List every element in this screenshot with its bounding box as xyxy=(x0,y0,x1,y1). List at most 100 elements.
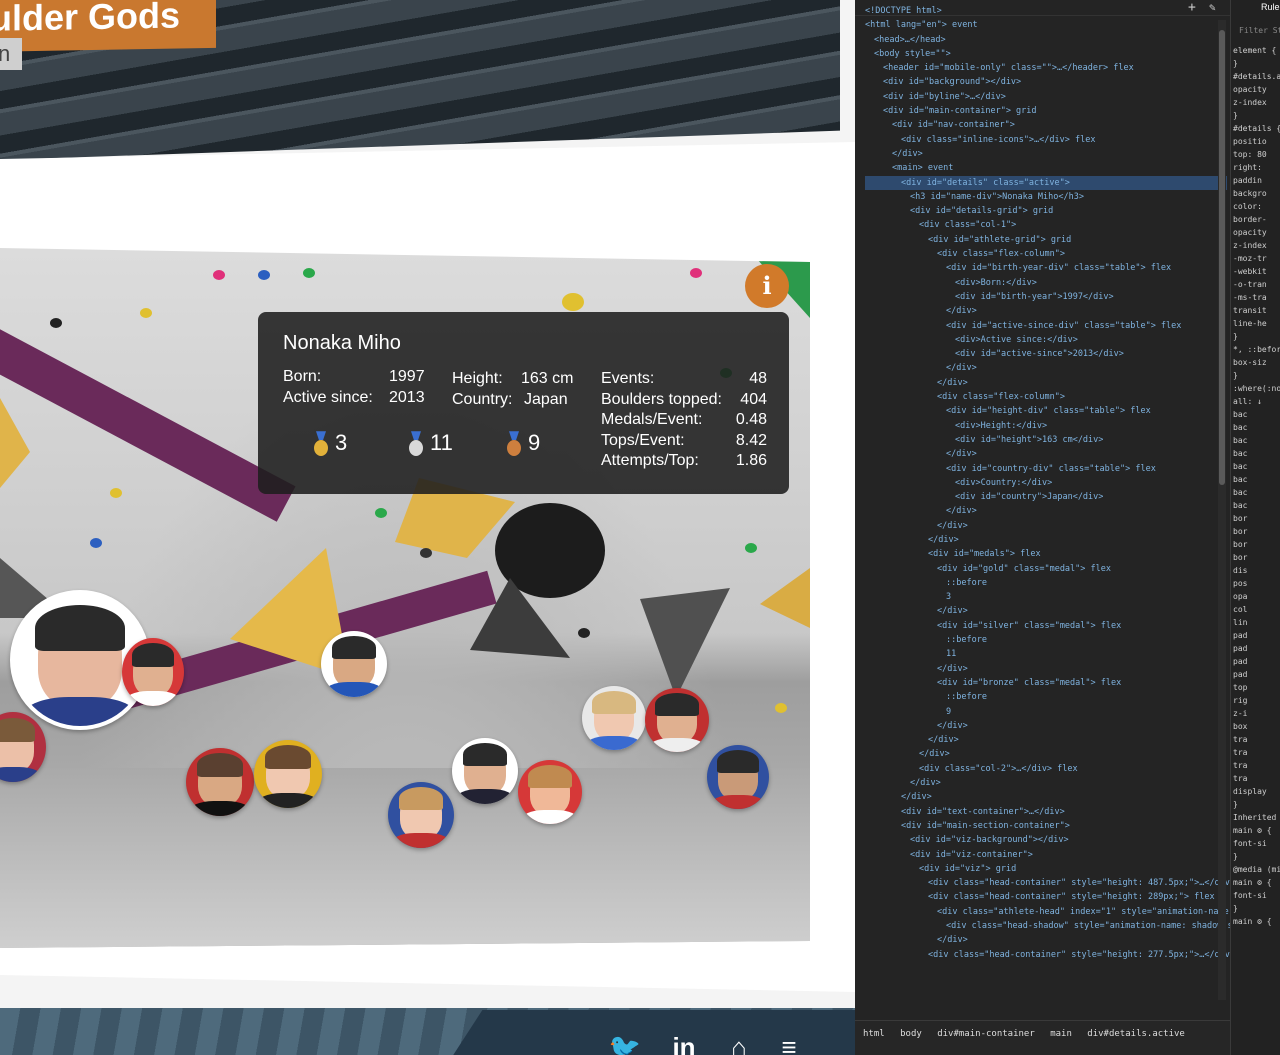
dom-tree-node[interactable]: </div> xyxy=(865,662,1227,676)
dom-tree-node[interactable]: <div id="gold" class="medal"> flex xyxy=(865,562,1227,576)
dom-tree-node[interactable]: </div> xyxy=(865,519,1227,533)
dom-tree-node[interactable]: <div id="details" class="active"> xyxy=(865,175,1227,190)
dom-tree-node[interactable]: </div> xyxy=(865,304,1227,318)
dom-tree-node[interactable]: </div> xyxy=(865,747,1227,761)
breadcrumb-item[interactable]: html xyxy=(863,1029,885,1039)
breadcrumb-item[interactable]: main xyxy=(1050,1029,1072,1039)
dom-tree-node[interactable]: <header id="mobile-only" class="">…</hea… xyxy=(865,61,1227,75)
dom-tree-node[interactable]: ::before xyxy=(865,633,1227,647)
dom-breadcrumb: html body div#main-container main div#de… xyxy=(855,1020,1230,1055)
dom-tree-node[interactable]: <head>…</head> xyxy=(865,33,1227,47)
dom-tree-node[interactable]: <div class="inline-icons">…</div> flex xyxy=(865,133,1227,147)
dom-tree-node[interactable]: </div> xyxy=(865,376,1227,390)
dom-tree-node[interactable]: <div id="viz-container"> xyxy=(865,848,1227,862)
dom-tree-node[interactable]: <div class="flex-column"> xyxy=(865,390,1227,404)
dom-tree-node[interactable]: <div class="col-1"> xyxy=(865,218,1227,232)
climbing-hold xyxy=(303,268,315,278)
dom-node-text: ::before xyxy=(946,692,987,703)
dom-tree-node[interactable]: <div id="main-section-container"> xyxy=(865,819,1227,833)
styles-filter-input[interactable]: Filter Sty xyxy=(1239,26,1280,35)
dom-tree-node[interactable]: <div id="bronze" class="medal"> flex xyxy=(865,676,1227,690)
dom-tree-node[interactable]: <div id="athlete-grid"> grid xyxy=(865,233,1227,247)
dom-tree-node[interactable]: <div id="byline">…</div> xyxy=(865,90,1227,104)
athlete-head[interactable] xyxy=(254,740,322,808)
tab-rules[interactable]: Rule xyxy=(1261,2,1280,12)
dom-tree-node[interactable]: <div id="background"></div> xyxy=(865,75,1227,89)
dom-tree-node[interactable]: </div> xyxy=(865,147,1227,161)
athlete-head[interactable] xyxy=(388,782,454,848)
athlete-head[interactable] xyxy=(707,745,769,809)
dom-tree-node[interactable]: </div> xyxy=(865,447,1227,461)
dom-tree-node[interactable]: </div> xyxy=(865,733,1227,747)
dom-tree-node[interactable]: <div>Country:</div> xyxy=(865,476,1227,490)
breadcrumb-item[interactable]: body xyxy=(900,1029,922,1039)
dom-tree-node[interactable]: <div class="athlete-head" index="1" styl… xyxy=(865,905,1280,919)
dom-tree-node[interactable]: <div id="viz-background"></div> xyxy=(865,833,1227,847)
dom-tree-node[interactable]: <div id="country">Japan</div> xyxy=(865,490,1227,504)
dom-tree-node[interactable]: <div id="viz"> grid xyxy=(865,862,1227,876)
dom-tree-node[interactable]: <h3 id="name-div">Nonaka Miho</h3> xyxy=(865,190,1227,204)
dom-tree-node[interactable]: </div> xyxy=(865,604,1227,618)
dom-tree-node[interactable]: <div class="head-container" style="heigh… xyxy=(865,890,1227,904)
dom-tree-node[interactable]: <div class="head-container" style="heigh… xyxy=(865,876,1261,890)
athlete-head[interactable] xyxy=(321,631,387,697)
athlete-head[interactable] xyxy=(582,686,646,750)
stackoverflow-icon[interactable]: ≡ xyxy=(772,1032,806,1055)
linkedin-icon[interactable]: in xyxy=(667,1032,701,1055)
dom-tree-node[interactable]: 11 xyxy=(865,647,1227,661)
dom-tree-node[interactable]: 9 xyxy=(865,705,1227,719)
breadcrumb-item[interactable]: div#details.active xyxy=(1087,1029,1185,1039)
dom-tree-node[interactable]: </div> xyxy=(865,361,1227,375)
athlete-head[interactable] xyxy=(186,748,254,816)
dom-tree-node[interactable]: <div class="head-container" style="heigh… xyxy=(865,948,1261,962)
dom-tree-node[interactable]: <div id="medals"> flex xyxy=(865,547,1227,561)
dom-tree-node[interactable]: <div>Height:</div> xyxy=(865,419,1227,433)
dom-tree-node[interactable]: <div id="details-grid"> grid xyxy=(865,204,1227,218)
dom-tree-node[interactable]: ::before xyxy=(865,690,1227,704)
dom-tree-node[interactable]: <div id="main-container"> grid xyxy=(865,104,1227,118)
dom-tree-node[interactable]: <div id="birth-year-div" class="table"> … xyxy=(865,261,1227,275)
dom-tree-node[interactable]: <main> event xyxy=(865,161,1227,175)
github-icon[interactable]: ⌂ xyxy=(722,1032,756,1055)
dom-tree-node[interactable]: </div> xyxy=(865,504,1227,518)
dom-node-text: </div> xyxy=(910,778,941,789)
dom-tree-node[interactable]: <body style=""> xyxy=(865,47,1227,61)
dom-tree-node[interactable]: <div id="country-div" class="table"> fle… xyxy=(865,462,1227,476)
dom-tree-node[interactable]: <div class="flex-column"> xyxy=(865,247,1227,261)
athlete-head[interactable] xyxy=(645,688,709,752)
breadcrumb-item[interactable]: div#main-container xyxy=(937,1029,1035,1039)
dom-tree-node[interactable]: <div>Born:</div> xyxy=(865,276,1227,290)
dom-tree-node[interactable]: </div> xyxy=(865,719,1227,733)
dom-tree-node[interactable]: <div id="height">163 cm</div> xyxy=(865,433,1227,447)
dom-tree-node[interactable]: <div id="silver" class="medal"> flex xyxy=(865,619,1227,633)
dom-node-text: <div class="head-container" style="heigh… xyxy=(928,949,1261,960)
info-button[interactable]: i xyxy=(745,264,789,308)
dom-tree-node[interactable]: <div class="col-2">…</div> flex xyxy=(865,762,1227,776)
dom-tree-node[interactable]: </div> xyxy=(865,776,1227,790)
athlete-head[interactable] xyxy=(452,738,518,804)
dom-tree-node[interactable]: </div> xyxy=(865,533,1227,547)
dom-tree-node[interactable]: 3 xyxy=(865,590,1227,604)
dom-tree-node[interactable]: ::before xyxy=(865,576,1227,590)
dom-tree-node[interactable]: <div id="active-since">2013</div> xyxy=(865,347,1227,361)
dom-node-text: 9 xyxy=(946,706,952,717)
dom-tree-node[interactable]: <div class="head-shadow" style="animatio… xyxy=(865,919,1280,933)
dom-tree-node[interactable]: <div id="nav-container"> xyxy=(865,118,1227,132)
dom-tree-node[interactable]: <!DOCTYPE html> xyxy=(865,4,1227,18)
dom-tree-node[interactable]: <div id="height-div" class="table"> flex xyxy=(865,404,1227,418)
scrollbar-thumb[interactable] xyxy=(1219,30,1225,485)
dom-tree-node[interactable]: </div> xyxy=(865,933,1227,947)
dom-tree-node[interactable]: <div id="text-container">…</div> xyxy=(865,805,1227,819)
athlete-head[interactable] xyxy=(122,638,184,706)
dom-node-text: <div id="background"></div> xyxy=(883,77,1022,88)
dom-tree-node[interactable]: <div id="active-since-div" class="table"… xyxy=(865,319,1227,333)
dom-node-text: <div id="byline">…</div> xyxy=(883,91,1006,102)
dom-tree: <!DOCTYPE html> <html lang="en"> event <he… xyxy=(865,4,1280,962)
athlete-head[interactable] xyxy=(518,760,582,824)
dom-tree-node[interactable]: </div> xyxy=(865,790,1227,804)
dom-tree-node[interactable]: <html lang="en"> event xyxy=(865,18,1227,32)
dom-tree-node[interactable]: <div>Active since:</div> xyxy=(865,333,1227,347)
twitter-icon[interactable]: 🐦 xyxy=(608,1032,642,1055)
style-rule-line: tra xyxy=(1233,735,1248,744)
dom-tree-node[interactable]: <div id="birth-year">1997</div> xyxy=(865,290,1227,304)
